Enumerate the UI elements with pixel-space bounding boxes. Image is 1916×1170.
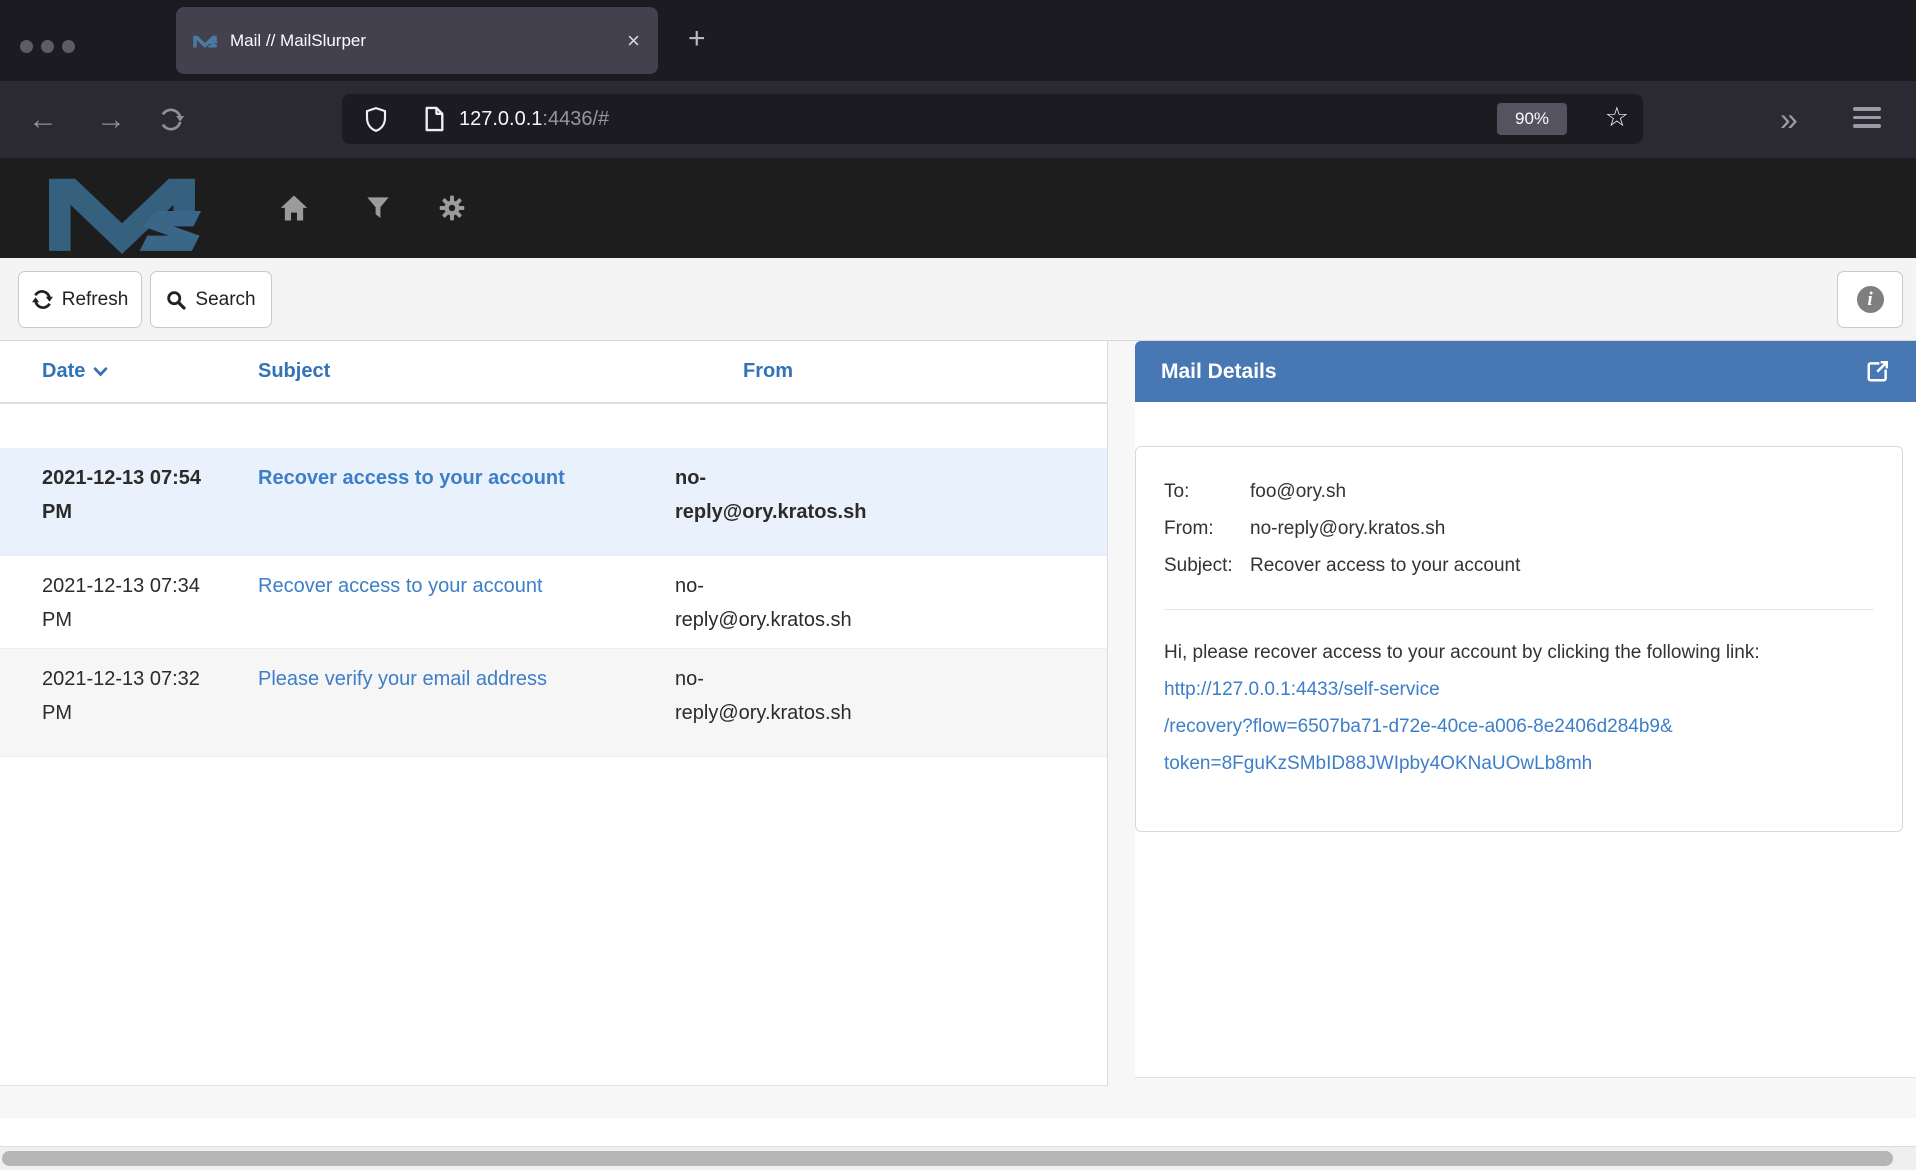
to-label: To: [1164, 473, 1250, 510]
mail-body-text: Hi, please recover access to your accoun… [1164, 642, 1760, 663]
column-header-from[interactable]: From [743, 341, 793, 402]
mail-list-panel: Date Subject From 2021-12-13 07:54 PM Re… [0, 341, 1108, 1086]
horizontal-scrollbar[interactable] [0, 1146, 1916, 1170]
mail-from: no-reply@ory.kratos.sh [675, 461, 880, 529]
reload-button[interactable] [158, 81, 185, 158]
tab-favicon-mailslurper-icon [192, 34, 218, 48]
zoom-level-badge[interactable]: 90% [1497, 103, 1567, 135]
url-path: :4436/# [542, 108, 609, 130]
info-button[interactable]: i [1837, 271, 1903, 328]
tab-title: Mail // MailSlurper [230, 31, 627, 51]
mail-rows: 2021-12-13 07:54 PM Recover access to yo… [0, 448, 1107, 757]
open-external-icon[interactable] [1865, 359, 1890, 384]
mail-subject-link[interactable]: Recover access to your account [258, 569, 658, 603]
info-icon: i [1857, 286, 1884, 313]
mail-from-line: From:no-reply@ory.kratos.sh [1164, 510, 1874, 547]
settings-gear-icon[interactable] [438, 158, 466, 258]
column-header-date[interactable]: Date [42, 341, 108, 402]
browser-window: Mail // MailSlurper × + ← → [0, 0, 1916, 1170]
window-control-dot[interactable] [62, 40, 75, 53]
mail-row-selected[interactable]: 2021-12-13 07:54 PM Recover access to yo… [0, 448, 1107, 556]
page-info-icon[interactable] [424, 106, 445, 132]
mail-details-panel: Mail Details To:foo@ory.sh From:no-reply… [1135, 341, 1916, 1078]
mail-body: Hi, please recover access to your accoun… [1164, 634, 1764, 782]
url-host: 127.0.0.1 [459, 108, 542, 130]
mail-date: 2021-12-13 07:54 PM [42, 461, 214, 529]
mail-row[interactable]: 2021-12-13 07:34 PM Recover access to yo… [0, 556, 1107, 649]
mail-from: no-reply@ory.kratos.sh [675, 662, 880, 730]
subject-value: Recover access to your account [1250, 555, 1520, 576]
bookmark-star-icon[interactable]: ☆ [1605, 102, 1629, 133]
menu-hamburger-icon[interactable] [1853, 107, 1881, 128]
refresh-icon [32, 289, 53, 310]
mailslurper-logo [22, 168, 222, 254]
recovery-link[interactable]: http://127.0.0.1:4433/self-service/recov… [1164, 679, 1673, 774]
divider [1164, 609, 1874, 610]
navigation-toolbar: ← → 127.0.0.1:4436/# 90% [0, 81, 1916, 158]
back-button[interactable]: ← [28, 81, 58, 158]
window-control-dot[interactable] [41, 40, 54, 53]
window-controls[interactable] [20, 40, 75, 53]
search-icon [166, 290, 186, 310]
home-icon[interactable] [279, 158, 309, 258]
to-value: foo@ory.sh [1250, 481, 1346, 502]
column-header-subject[interactable]: Subject [258, 341, 330, 402]
mail-details-header: Mail Details [1135, 341, 1916, 402]
mail-details-card: To:foo@ory.sh From:no-reply@ory.kratos.s… [1135, 446, 1903, 832]
forward-button[interactable]: → [96, 81, 126, 158]
scrollbar-thumb[interactable] [2, 1151, 1893, 1166]
from-label: From: [1164, 510, 1250, 547]
refresh-button[interactable]: Refresh [18, 271, 142, 328]
search-button[interactable]: Search [150, 271, 272, 328]
window-control-dot[interactable] [20, 40, 33, 53]
bottom-strip [0, 1118, 1916, 1146]
filter-icon[interactable] [366, 158, 390, 258]
mail-subject-link[interactable]: Recover access to your account [258, 461, 658, 495]
mail-to-line: To:foo@ory.sh [1164, 473, 1874, 510]
mail-list-header: Date Subject From [0, 341, 1107, 404]
mailslurper-header [0, 158, 1916, 258]
search-label: Search [195, 289, 255, 311]
tab-close-icon[interactable]: × [627, 30, 640, 52]
url-bar[interactable]: 127.0.0.1:4436/# 90% ☆ [342, 94, 1643, 144]
tab-strip: Mail // MailSlurper × + [0, 0, 1916, 81]
new-tab-button[interactable]: + [688, 22, 706, 56]
mail-subject-link[interactable]: Please verify your email address [258, 662, 658, 696]
from-value: no-reply@ory.kratos.sh [1250, 518, 1445, 539]
browser-tab[interactable]: Mail // MailSlurper × [176, 7, 658, 74]
refresh-label: Refresh [62, 289, 129, 311]
mail-from: no-reply@ory.kratos.sh [675, 569, 880, 637]
overflow-chevrons-icon[interactable]: » [1780, 81, 1798, 158]
mail-subject-line: Subject:Recover access to your account [1164, 547, 1874, 584]
sort-chevron-down-icon [93, 367, 108, 377]
mail-details-title: Mail Details [1161, 360, 1865, 384]
mail-row[interactable]: 2021-12-13 07:32 PM Please verify your e… [0, 649, 1107, 757]
app-toolbar: Refresh Search i [0, 258, 1916, 341]
mail-date: 2021-12-13 07:34 PM [42, 569, 214, 637]
subject-label: Subject: [1164, 547, 1250, 584]
mail-date: 2021-12-13 07:32 PM [42, 662, 214, 730]
url-text[interactable]: 127.0.0.1:4436/# [459, 108, 609, 131]
shield-icon[interactable] [364, 106, 388, 133]
